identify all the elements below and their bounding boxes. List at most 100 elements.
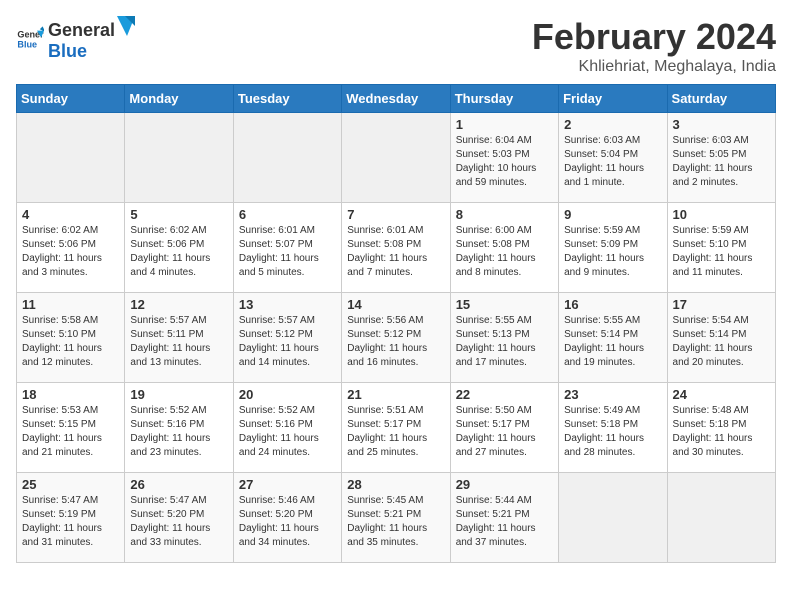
header: General Blue General Blue February 2024 … bbox=[16, 16, 776, 76]
day-number: 28 bbox=[347, 477, 444, 492]
day-info: Sunrise: 5:57 AM Sunset: 5:11 PM Dayligh… bbox=[130, 314, 227, 370]
calendar-table: SundayMondayTuesdayWednesdayThursdayFrid… bbox=[16, 84, 776, 563]
day-info: Sunrise: 5:56 AM Sunset: 5:12 PM Dayligh… bbox=[347, 314, 444, 370]
day-number: 11 bbox=[22, 297, 119, 312]
calendar-cell bbox=[559, 473, 667, 563]
day-info: Sunrise: 5:55 AM Sunset: 5:14 PM Dayligh… bbox=[564, 314, 661, 370]
day-info: Sunrise: 5:47 AM Sunset: 5:19 PM Dayligh… bbox=[22, 494, 119, 550]
calendar-cell bbox=[125, 113, 233, 203]
day-number: 24 bbox=[673, 387, 770, 402]
day-number: 7 bbox=[347, 207, 444, 222]
day-info: Sunrise: 5:53 AM Sunset: 5:15 PM Dayligh… bbox=[22, 404, 119, 460]
day-number: 26 bbox=[130, 477, 227, 492]
calendar-header: SundayMondayTuesdayWednesdayThursdayFrid… bbox=[17, 85, 776, 113]
day-info: Sunrise: 6:02 AM Sunset: 5:06 PM Dayligh… bbox=[22, 224, 119, 280]
day-number: 13 bbox=[239, 297, 336, 312]
calendar-cell: 14 Sunrise: 5:56 AM Sunset: 5:12 PM Dayli… bbox=[342, 293, 450, 383]
calendar-cell: 5 Sunrise: 6:02 AM Sunset: 5:06 PM Daylig… bbox=[125, 203, 233, 293]
day-number: 3 bbox=[673, 117, 770, 132]
calendar-cell: 18Sunrise: 5:53 AM Sunset: 5:15 PM Dayli… bbox=[17, 383, 125, 473]
day-number: 12 bbox=[130, 297, 227, 312]
calendar-cell: 19Sunrise: 5:52 AM Sunset: 5:16 PM Dayli… bbox=[125, 383, 233, 473]
day-number: 4 bbox=[22, 207, 119, 222]
calendar-cell: 13 Sunrise: 5:57 AM Sunset: 5:12 PM Dayli… bbox=[233, 293, 341, 383]
day-number: 22 bbox=[456, 387, 553, 402]
day-info: Sunrise: 6:00 AM Sunset: 5:08 PM Dayligh… bbox=[456, 224, 553, 280]
calendar-cell: 26 Sunrise: 5:47 AM Sunset: 5:20 PM Dayli… bbox=[125, 473, 233, 563]
day-info: Sunrise: 5:57 AM Sunset: 5:12 PM Dayligh… bbox=[239, 314, 336, 370]
calendar-cell bbox=[17, 113, 125, 203]
main-title: February 2024 bbox=[532, 16, 776, 58]
day-number: 5 bbox=[130, 207, 227, 222]
calendar-cell: 29 Sunrise: 5:44 AM Sunset: 5:21 PM Dayli… bbox=[450, 473, 558, 563]
weekday-header: Thursday bbox=[450, 85, 558, 113]
day-number: 29 bbox=[456, 477, 553, 492]
calendar-cell: 7 Sunrise: 6:01 AM Sunset: 5:08 PM Daylig… bbox=[342, 203, 450, 293]
calendar-cell bbox=[667, 473, 775, 563]
day-number: 16 bbox=[564, 297, 661, 312]
logo-blue-text: Blue bbox=[48, 41, 135, 62]
day-number: 20 bbox=[239, 387, 336, 402]
svg-text:Blue: Blue bbox=[17, 39, 37, 49]
day-info: Sunrise: 5:52 AM Sunset: 5:16 PM Dayligh… bbox=[130, 404, 227, 460]
day-number: 15 bbox=[456, 297, 553, 312]
day-info: Sunrise: 5:45 AM Sunset: 5:21 PM Dayligh… bbox=[347, 494, 444, 550]
logo-icon: General Blue bbox=[16, 25, 44, 53]
day-info: Sunrise: 6:01 AM Sunset: 5:07 PM Dayligh… bbox=[239, 224, 336, 280]
day-info: Sunrise: 6:02 AM Sunset: 5:06 PM Dayligh… bbox=[130, 224, 227, 280]
calendar-cell: 4 Sunrise: 6:02 AM Sunset: 5:06 PM Daylig… bbox=[17, 203, 125, 293]
calendar-cell: 17 Sunrise: 5:54 AM Sunset: 5:14 PM Dayli… bbox=[667, 293, 775, 383]
day-number: 2 bbox=[564, 117, 661, 132]
calendar-cell: 24Sunrise: 5:48 AM Sunset: 5:18 PM Dayli… bbox=[667, 383, 775, 473]
calendar-week-row: 25 Sunrise: 5:47 AM Sunset: 5:19 PM Dayli… bbox=[17, 473, 776, 563]
calendar-cell: 16 Sunrise: 5:55 AM Sunset: 5:14 PM Dayli… bbox=[559, 293, 667, 383]
weekday-header: Friday bbox=[559, 85, 667, 113]
subtitle: Khliehriat, Meghalaya, India bbox=[532, 58, 776, 76]
day-info: Sunrise: 5:49 AM Sunset: 5:18 PM Dayligh… bbox=[564, 404, 661, 460]
calendar-cell: 20 Sunrise: 5:52 AM Sunset: 5:16 PM Dayli… bbox=[233, 383, 341, 473]
day-info: Sunrise: 5:47 AM Sunset: 5:20 PM Dayligh… bbox=[130, 494, 227, 550]
calendar-week-row: 1Sunrise: 6:04 AM Sunset: 5:03 PM Daylig… bbox=[17, 113, 776, 203]
calendar-cell: 23 Sunrise: 5:49 AM Sunset: 5:18 PM Dayli… bbox=[559, 383, 667, 473]
calendar-week-row: 18Sunrise: 5:53 AM Sunset: 5:15 PM Dayli… bbox=[17, 383, 776, 473]
calendar-cell bbox=[342, 113, 450, 203]
logo-general-text: General bbox=[48, 20, 115, 41]
day-info: Sunrise: 6:03 AM Sunset: 5:04 PM Dayligh… bbox=[564, 134, 661, 190]
title-area: February 2024 Khliehriat, Meghalaya, Ind… bbox=[532, 16, 776, 76]
logo: General Blue General Blue bbox=[16, 16, 135, 62]
calendar-cell: 25 Sunrise: 5:47 AM Sunset: 5:19 PM Dayli… bbox=[17, 473, 125, 563]
calendar-cell: 28 Sunrise: 5:45 AM Sunset: 5:21 PM Dayli… bbox=[342, 473, 450, 563]
weekday-header: Tuesday bbox=[233, 85, 341, 113]
calendar-cell: 1Sunrise: 6:04 AM Sunset: 5:03 PM Daylig… bbox=[450, 113, 558, 203]
day-number: 10 bbox=[673, 207, 770, 222]
day-number: 17 bbox=[673, 297, 770, 312]
calendar-cell: 2 Sunrise: 6:03 AM Sunset: 5:04 PM Daylig… bbox=[559, 113, 667, 203]
calendar-cell: 3Sunrise: 6:03 AM Sunset: 5:05 PM Daylig… bbox=[667, 113, 775, 203]
day-info: Sunrise: 5:59 AM Sunset: 5:10 PM Dayligh… bbox=[673, 224, 770, 280]
day-info: Sunrise: 5:54 AM Sunset: 5:14 PM Dayligh… bbox=[673, 314, 770, 370]
day-info: Sunrise: 5:50 AM Sunset: 5:17 PM Dayligh… bbox=[456, 404, 553, 460]
day-info: Sunrise: 5:59 AM Sunset: 5:09 PM Dayligh… bbox=[564, 224, 661, 280]
calendar-cell: 9 Sunrise: 5:59 AM Sunset: 5:09 PM Daylig… bbox=[559, 203, 667, 293]
calendar-cell: 27 Sunrise: 5:46 AM Sunset: 5:20 PM Dayli… bbox=[233, 473, 341, 563]
day-info: Sunrise: 5:46 AM Sunset: 5:20 PM Dayligh… bbox=[239, 494, 336, 550]
calendar-week-row: 11 Sunrise: 5:58 AM Sunset: 5:10 PM Dayli… bbox=[17, 293, 776, 383]
day-number: 8 bbox=[456, 207, 553, 222]
day-info: Sunrise: 5:52 AM Sunset: 5:16 PM Dayligh… bbox=[239, 404, 336, 460]
day-number: 23 bbox=[564, 387, 661, 402]
day-info: Sunrise: 5:58 AM Sunset: 5:10 PM Dayligh… bbox=[22, 314, 119, 370]
day-number: 9 bbox=[564, 207, 661, 222]
day-number: 6 bbox=[239, 207, 336, 222]
calendar-cell: 15Sunrise: 5:55 AM Sunset: 5:13 PM Dayli… bbox=[450, 293, 558, 383]
calendar-week-row: 4 Sunrise: 6:02 AM Sunset: 5:06 PM Daylig… bbox=[17, 203, 776, 293]
day-number: 27 bbox=[239, 477, 336, 492]
day-number: 25 bbox=[22, 477, 119, 492]
calendar-cell: 10 Sunrise: 5:59 AM Sunset: 5:10 PM Dayli… bbox=[667, 203, 775, 293]
weekday-header: Wednesday bbox=[342, 85, 450, 113]
calendar-cell: 21Sunrise: 5:51 AM Sunset: 5:17 PM Dayli… bbox=[342, 383, 450, 473]
day-number: 14 bbox=[347, 297, 444, 312]
calendar-cell: 6 Sunrise: 6:01 AM Sunset: 5:07 PM Daylig… bbox=[233, 203, 341, 293]
day-number: 1 bbox=[456, 117, 553, 132]
day-info: Sunrise: 5:44 AM Sunset: 5:21 PM Dayligh… bbox=[456, 494, 553, 550]
day-info: Sunrise: 6:01 AM Sunset: 5:08 PM Dayligh… bbox=[347, 224, 444, 280]
